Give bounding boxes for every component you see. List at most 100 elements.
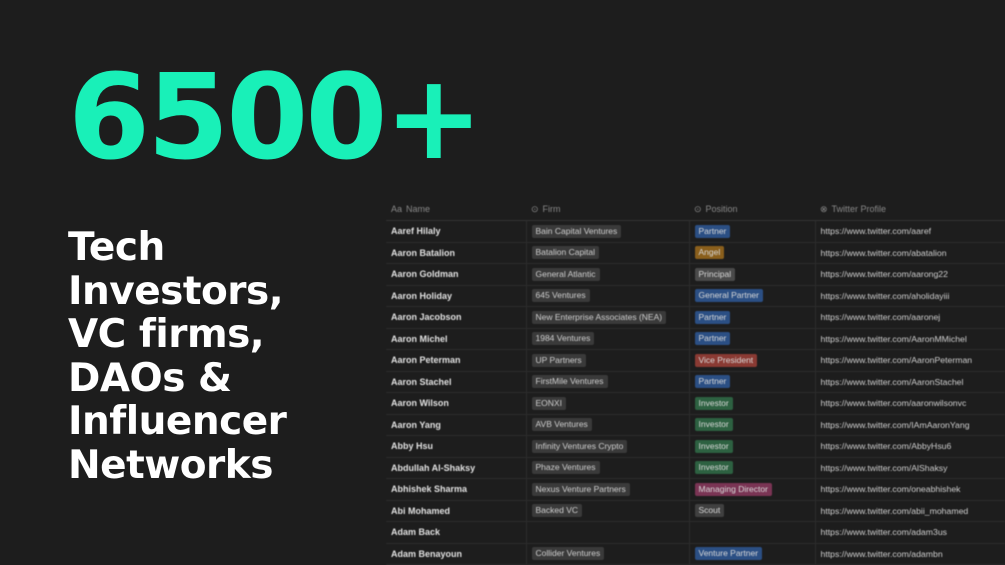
cell-name[interactable]: Abdullah Al-Shaksy [386, 457, 527, 479]
cell-firm[interactable]: FirstMile Ventures [526, 371, 690, 393]
cell-twitter-link[interactable]: https://www.twitter.com/adam3us [815, 521, 1005, 544]
cell-firm[interactable]: 1984 Ventures [526, 328, 690, 350]
table-row[interactable]: Abdullah Al-Shaksy Phaze Ventures Investor… [386, 457, 1005, 479]
cell-name[interactable]: Abby Hsu [386, 435, 527, 458]
column-header-twitter[interactable]: ⊗ Twitter Profile [815, 198, 1005, 221]
cell-firm[interactable]: Infinity Ventures Crypto [526, 435, 690, 458]
cell-name[interactable]: Aaron Goldman [386, 263, 527, 286]
table-row[interactable]: Abhishek Sharma Nexus Venture Partners Man… [386, 478, 1005, 501]
cell-twitter-link[interactable]: https://www.twitter.com/AaronPeterman [815, 349, 1005, 372]
cell-firm[interactable]: General Atlantic [526, 263, 690, 286]
table-row[interactable]: Aaron Wilson EONXI Investor https://www.twi… [386, 392, 1005, 415]
table-row[interactable]: Aaron Jacobson New Enterprise Associates … [386, 306, 1005, 329]
cell-position[interactable]: Managing Director [689, 478, 816, 501]
cell-twitter-link[interactable]: https://www.twitter.com/abii_mohamed [815, 500, 1005, 522]
cell-twitter-link[interactable]: https://www.twitter.com/adambn [815, 543, 1005, 565]
column-header-position[interactable]: ⊙ Position [689, 198, 815, 221]
table-row[interactable]: Aaron Michel 1984 Ventures Partner https://… [386, 328, 1005, 350]
cell-firm[interactable]: UP Partners [526, 349, 690, 372]
hero-line: Investors, [68, 268, 284, 314]
table-row[interactable]: Aaron Peterman UP Partners Vice President h… [386, 349, 1005, 372]
cell-name[interactable]: Aaron Batalion [386, 242, 527, 264]
table-row[interactable]: Adam Benayoun Collider Ventures Venture Pa… [386, 543, 1005, 565]
firm-tag: Backed VC [531, 504, 583, 518]
cell-position[interactable]: Investor [689, 457, 816, 479]
hero-line: DAOs & [68, 355, 232, 401]
cell-position[interactable]: Partner [689, 328, 816, 350]
position-tag: Scout [694, 504, 725, 518]
cell-name[interactable]: Aaron Wilson [386, 392, 527, 415]
cell-twitter-link[interactable]: https://www.twitter.com/IAmAaronYang [815, 414, 1005, 436]
cell-name[interactable]: Aaron Yang [386, 414, 527, 436]
cell-name[interactable]: Aaron Holiday [386, 285, 527, 307]
cell-name[interactable]: Aaron Michel [386, 328, 527, 350]
hero-count: 6500+ [68, 48, 483, 186]
table-row[interactable]: Aaron Stachel FirstMile Ventures Partner ht… [386, 371, 1005, 393]
cell-position[interactable]: Vice President [689, 349, 816, 372]
column-header-label: Name [406, 204, 431, 214]
cell-position[interactable]: Partner [689, 306, 816, 329]
table-row[interactable]: Aaron Yang AVB Ventures Investor https://ww… [386, 414, 1005, 436]
cell-position[interactable]: Principal [689, 263, 816, 286]
cell-twitter-link[interactable]: https://www.twitter.com/aholidayiii [815, 285, 1005, 307]
cell-name[interactable]: Aaron Peterman [386, 349, 527, 372]
cell-firm[interactable]: 645 Ventures [526, 285, 690, 307]
cell-twitter-link[interactable]: https://www.twitter.com/AlShaksy [815, 457, 1005, 479]
table-row[interactable]: Adam Back https://www.twitter.com/adam3us [386, 521, 1005, 544]
cell-position[interactable]: Venture Partner [689, 543, 816, 565]
select-circle-icon: ⊙ [694, 203, 702, 214]
column-header-name[interactable]: Aa Name [386, 198, 526, 221]
position-tag: Investor [694, 461, 733, 475]
cell-twitter-link[interactable]: https://www.twitter.com/AaronMMichel [815, 328, 1005, 350]
cell-position[interactable]: Investor [689, 435, 816, 458]
cell-name[interactable]: Abi Mohamed [386, 500, 527, 522]
hero-line: VC firms, [68, 312, 265, 357]
cell-firm[interactable]: Batalion Capital [526, 242, 690, 264]
table-row[interactable]: Aaron Batalion Batalion Capital Angel https… [386, 242, 1005, 264]
cell-firm[interactable]: Collider Ventures [526, 543, 690, 565]
cell-firm[interactable]: AVB Ventures [526, 414, 690, 436]
cell-position[interactable]: Partner [689, 371, 816, 393]
cell-firm[interactable]: Phaze Ventures [526, 457, 690, 479]
cell-firm[interactable] [526, 521, 690, 544]
cell-firm[interactable]: Nexus Venture Partners [526, 478, 690, 501]
cell-firm[interactable]: EONXI [526, 392, 690, 415]
firm-tag: 645 Ventures [531, 289, 590, 303]
cell-twitter-link[interactable]: https://www.twitter.com/aarong22 [815, 263, 1005, 286]
firm-tag: Infinity Ventures Crypto [531, 439, 628, 453]
cell-name[interactable]: Aaron Stachel [386, 371, 527, 393]
cell-name[interactable]: Abhishek Sharma [386, 478, 527, 501]
table-row[interactable]: Abby Hsu Infinity Ventures Crypto Investor… [386, 435, 1005, 458]
cell-twitter-link[interactable]: https://www.twitter.com/aaronej [815, 306, 1005, 329]
cell-position[interactable]: Investor [689, 392, 816, 415]
cell-position[interactable]: Investor [689, 414, 816, 436]
cell-position[interactable]: Angel [689, 242, 816, 264]
column-header-label: Position [705, 203, 738, 214]
cell-twitter-link[interactable]: https://www.twitter.com/aaref [815, 220, 1005, 243]
cell-twitter-link[interactable]: https://www.twitter.com/AaronStachel [815, 371, 1005, 393]
cell-position[interactable]: Scout [689, 500, 816, 522]
position-tag: Investor [694, 439, 733, 453]
cell-firm[interactable]: Bain Capital Ventures [526, 220, 690, 243]
table-row[interactable]: Aaron Goldman General Atlantic Principal ht… [386, 263, 1005, 286]
firm-tag: AVB Ventures [531, 418, 592, 432]
table-row[interactable]: Abi Mohamed Backed VC Scout https://www.twi… [386, 500, 1005, 522]
cell-twitter-link[interactable]: https://www.twitter.com/abatalion [815, 242, 1005, 264]
cell-name[interactable]: Adam Back [386, 521, 527, 544]
cell-name[interactable]: Adam Benayoun [386, 543, 527, 565]
column-header-firm[interactable]: ⊙ Firm [526, 198, 689, 221]
cell-position[interactable]: General Partner [689, 285, 816, 307]
cell-twitter-link[interactable]: https://www.twitter.com/AbbyHsu6 [815, 435, 1005, 458]
cell-position[interactable] [689, 521, 816, 544]
firm-tag: FirstMile Ventures [531, 375, 608, 389]
position-tag: Investor [694, 396, 733, 410]
table-row[interactable]: Aaron Holiday 645 Ventures General Partner… [386, 285, 1005, 307]
cell-position[interactable]: Partner [689, 220, 816, 243]
cell-twitter-link[interactable]: https://www.twitter.com/oneabhishek [815, 478, 1005, 501]
cell-twitter-link[interactable]: https://www.twitter.com/aaronwilsonvc [815, 392, 1005, 415]
cell-name[interactable]: Aaref Hilaly [386, 220, 527, 243]
cell-firm[interactable]: Backed VC [526, 500, 690, 522]
cell-name[interactable]: Aaron Jacobson [386, 306, 527, 329]
table-row[interactable]: Aaref Hilaly Bain Capital Ventures Partner… [386, 220, 1005, 243]
cell-firm[interactable]: New Enterprise Associates (NEA) [526, 306, 690, 329]
